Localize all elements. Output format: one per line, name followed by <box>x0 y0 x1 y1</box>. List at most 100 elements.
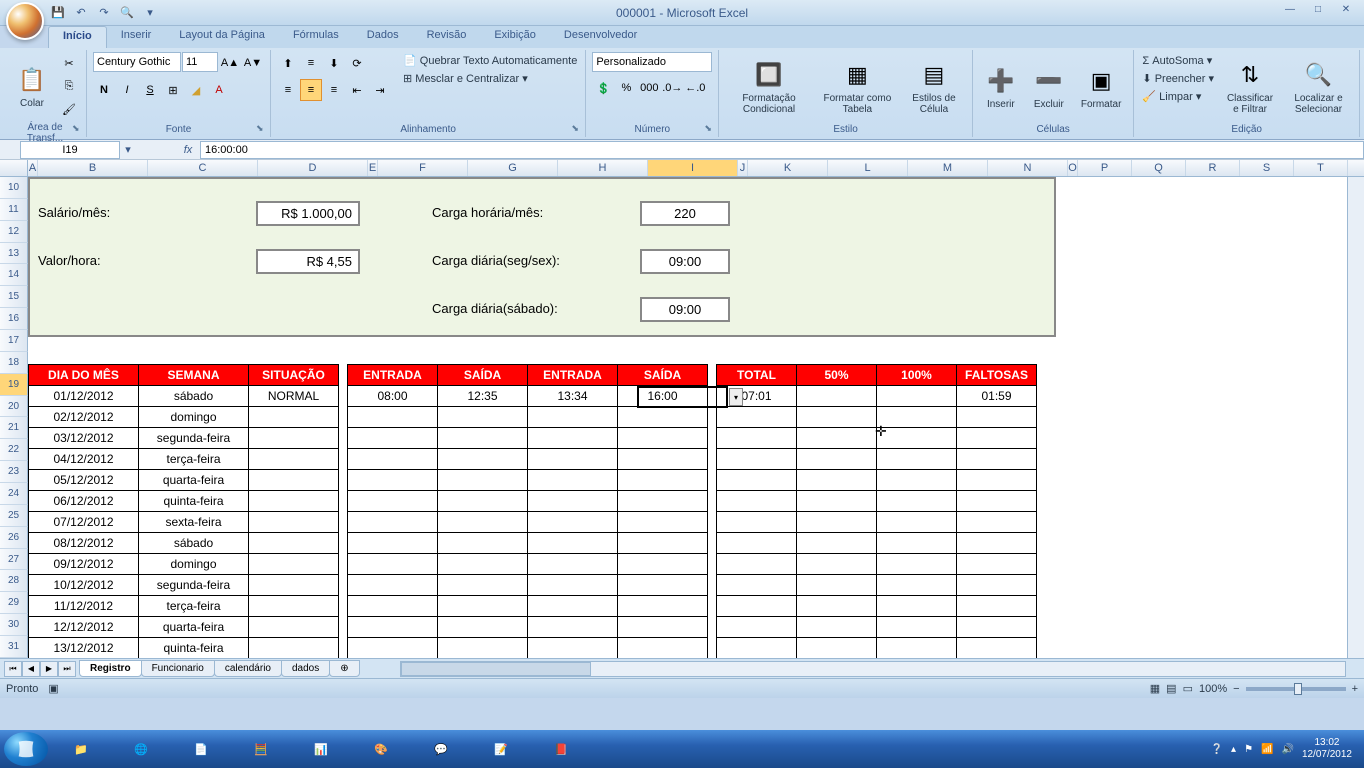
zoom-in-button[interactable]: + <box>1352 683 1358 695</box>
salario-value[interactable]: R$ 1.000,00 <box>256 201 360 226</box>
table-cell[interactable]: 05/12/2012 <box>29 470 139 491</box>
table-cell[interactable] <box>528 575 618 596</box>
minimize-button[interactable]: — <box>1276 0 1304 18</box>
copy-icon[interactable]: ⎘ <box>58 75 80 97</box>
row-header-18[interactable]: 18 <box>0 352 28 374</box>
col-header-P[interactable]: P <box>1078 160 1132 176</box>
table-cell[interactable] <box>618 596 708 617</box>
table-cell[interactable] <box>797 512 877 533</box>
table-cell[interactable]: 12/12/2012 <box>29 617 139 638</box>
table-cell[interactable]: 06/12/2012 <box>29 491 139 512</box>
carga-seg-value[interactable]: 09:00 <box>640 249 730 274</box>
table-cell[interactable] <box>438 428 528 449</box>
table-cell[interactable] <box>717 533 797 554</box>
table-cell[interactable]: 12:35 <box>438 386 528 407</box>
taskbar-word[interactable]: 📄 <box>174 732 228 766</box>
row-header-11[interactable]: 11 <box>0 199 28 221</box>
table-cell[interactable] <box>348 554 438 575</box>
table-cell[interactable]: 13/12/2012 <box>29 638 139 659</box>
col-header-I[interactable]: I <box>648 160 738 176</box>
increase-decimal-icon[interactable]: .0→ <box>661 77 683 99</box>
timesheet-table[interactable]: DIA DO MÊSSEMANASITUAÇÃOENTRADASAÍDAENTR… <box>28 364 1037 658</box>
table-cell[interactable] <box>438 596 528 617</box>
currency-icon[interactable]: 💲 <box>592 77 614 99</box>
qat-dropdown-icon[interactable]: ▾ <box>140 3 160 23</box>
table-cell[interactable] <box>438 638 528 659</box>
table-cell[interactable] <box>717 596 797 617</box>
align-right-icon[interactable]: ≡ <box>323 79 345 101</box>
table-cell[interactable] <box>877 533 957 554</box>
tab-dados[interactable]: Dados <box>353 26 413 48</box>
row-header-23[interactable]: 23 <box>0 461 28 483</box>
undo-icon[interactable]: ↶ <box>71 3 91 23</box>
table-cell[interactable] <box>877 512 957 533</box>
underline-button[interactable]: S <box>139 79 161 101</box>
table-cell[interactable] <box>957 575 1037 596</box>
col-header-M[interactable]: M <box>908 160 988 176</box>
fill-color-button[interactable]: ◢ <box>185 79 207 101</box>
table-cell[interactable]: sexta-feira <box>139 512 249 533</box>
tab-fórmulas[interactable]: Fórmulas <box>279 26 353 48</box>
font-size-combo[interactable] <box>182 52 218 72</box>
format-cells-button[interactable]: ▣Formatar <box>1075 52 1128 122</box>
align-middle-icon[interactable]: ≡ <box>300 52 322 74</box>
table-cell[interactable] <box>618 554 708 575</box>
table-cell[interactable] <box>249 470 339 491</box>
table-cell[interactable] <box>528 554 618 575</box>
insert-cells-button[interactable]: ➕Inserir <box>979 52 1023 122</box>
redo-icon[interactable]: ↷ <box>94 3 114 23</box>
col-header-G[interactable]: G <box>468 160 558 176</box>
table-cell[interactable] <box>618 638 708 659</box>
table-cell[interactable] <box>877 470 957 491</box>
cell-styles-button[interactable]: ▤Estilos de Célula <box>902 52 966 122</box>
table-cell[interactable] <box>717 407 797 428</box>
table-cell[interactable]: 02/12/2012 <box>29 407 139 428</box>
table-cell[interactable] <box>249 638 339 659</box>
table-cell[interactable] <box>957 554 1037 575</box>
col-header-O[interactable]: O <box>1068 160 1078 176</box>
table-cell[interactable] <box>348 428 438 449</box>
table-cell[interactable] <box>877 386 957 407</box>
table-cell[interactable]: segunda-feira <box>139 428 249 449</box>
sort-filter-button[interactable]: ⇅Classificar e Filtrar <box>1220 52 1280 122</box>
table-cell[interactable] <box>249 575 339 596</box>
close-button[interactable]: ✕ <box>1332 0 1360 18</box>
table-cell[interactable]: terça-feira <box>139 449 249 470</box>
table-cell[interactable] <box>957 617 1037 638</box>
table-cell[interactable] <box>957 596 1037 617</box>
table-cell[interactable] <box>957 491 1037 512</box>
sheet-tab-registro[interactable]: Registro <box>79 660 142 677</box>
align-center-icon[interactable]: ≡ <box>300 79 322 101</box>
tray-flag-icon[interactable]: ⚑ <box>1244 744 1253 755</box>
table-cell[interactable] <box>249 491 339 512</box>
table-cell[interactable]: 09/12/2012 <box>29 554 139 575</box>
conditional-format-button[interactable]: 🔲Formatação Condicional <box>725 52 812 122</box>
table-cell[interactable] <box>797 449 877 470</box>
font-launcher[interactable]: ⬊ <box>256 123 268 135</box>
table-cell[interactable] <box>618 575 708 596</box>
row-header-26[interactable]: 26 <box>0 527 28 549</box>
sheet-tab-dados[interactable]: dados <box>281 660 330 677</box>
table-cell[interactable]: 01/12/2012 <box>29 386 139 407</box>
align-launcher[interactable]: ⬊ <box>571 123 583 135</box>
row-header-19[interactable]: 19 <box>0 374 28 396</box>
col-header-C[interactable]: C <box>148 160 258 176</box>
table-cell[interactable] <box>877 638 957 659</box>
table-cell[interactable]: 04/12/2012 <box>29 449 139 470</box>
tab-desenvolvedor[interactable]: Desenvolvedor <box>550 26 651 48</box>
table-cell[interactable]: 08/12/2012 <box>29 533 139 554</box>
table-cell[interactable] <box>877 554 957 575</box>
table-cell[interactable] <box>348 449 438 470</box>
table-cell[interactable]: terça-feira <box>139 596 249 617</box>
fx-button[interactable]: fx <box>176 144 200 156</box>
table-cell[interactable] <box>797 638 877 659</box>
table-cell[interactable]: 11/12/2012 <box>29 596 139 617</box>
table-cell[interactable] <box>348 407 438 428</box>
number-launcher[interactable]: ⬊ <box>704 123 716 135</box>
table-cell[interactable] <box>717 638 797 659</box>
indent-increase-icon[interactable]: ⇥ <box>369 79 391 101</box>
save-icon[interactable]: 💾 <box>48 3 68 23</box>
table-cell[interactable] <box>249 407 339 428</box>
italic-button[interactable]: I <box>116 79 138 101</box>
table-cell[interactable] <box>797 407 877 428</box>
